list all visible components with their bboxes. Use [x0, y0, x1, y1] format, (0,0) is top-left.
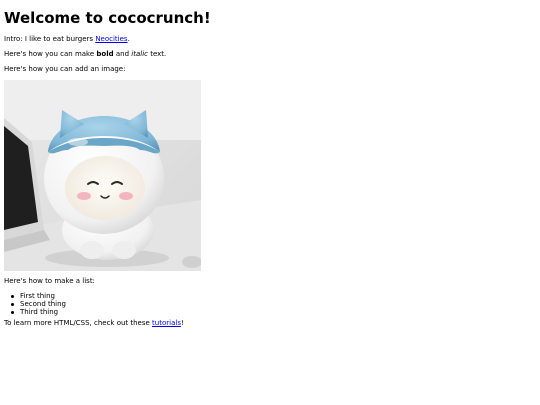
italic-word: italic [131, 50, 148, 58]
image-intro-text: Here's how you can add an image: [4, 65, 126, 73]
list-item: Second thing [11, 300, 534, 308]
page-title: Welcome to cococrunch! [4, 9, 211, 27]
formatting-text: Here's how you can make bold and italic … [4, 50, 534, 59]
bullet-list: First thing Second thing Third thing [4, 292, 534, 316]
neocities-link[interactable]: Neocities [95, 35, 127, 43]
outro-prefix: To learn more HTML/CSS, check out these [4, 319, 153, 327]
list-item: First thing [11, 292, 534, 300]
intro-suffix: . [127, 35, 130, 43]
formatting-suffix: text. [147, 50, 167, 58]
formatting-middle: and [113, 50, 132, 58]
formatting-prefix: Here's how you can make [4, 50, 97, 58]
tutorials-link[interactable]: tutorials [152, 319, 181, 327]
intro-text: Intro: I like to eat burgers Neocities. [4, 35, 534, 44]
list-intro-text: Here's how to make a list: [4, 277, 95, 285]
list-item: Third thing [11, 308, 534, 316]
bold-word: bold [96, 50, 114, 58]
outro-suffix: ! [180, 319, 184, 327]
figurine-image [4, 80, 201, 271]
page-content: Welcome to cococrunch! Intro: I like to … [4, 0, 534, 328]
intro-prefix: Intro: I like to eat burgers [4, 35, 96, 43]
outro-text: To learn more HTML/CSS, check out these … [4, 319, 534, 328]
